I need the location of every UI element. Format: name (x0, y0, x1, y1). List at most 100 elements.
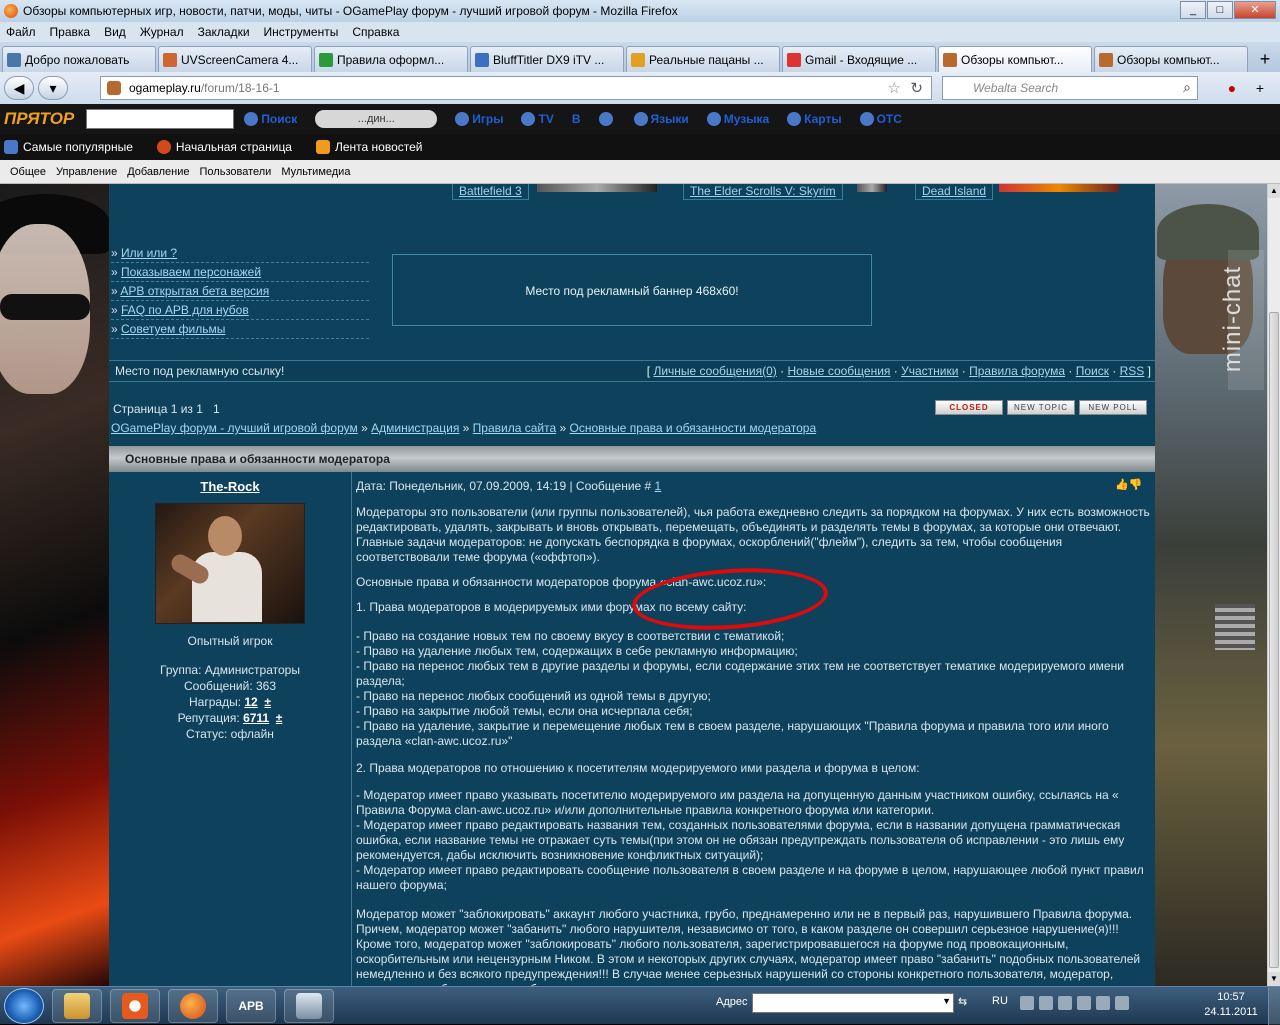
side-link[interactable]: APB открытая бета версия (120, 284, 269, 298)
bookmark-start-page[interactable]: Начальная страница (156, 140, 304, 154)
browser-tab[interactable]: UVScreenCamera 4... (158, 46, 312, 72)
history-dropdown-button[interactable]: ▾ (38, 76, 68, 100)
admin-menu-manage[interactable]: Управление (56, 166, 117, 178)
menu-history[interactable]: Журнал (140, 25, 184, 39)
search-box[interactable]: Webalta Search ⌕ (942, 76, 1198, 100)
post-number-link[interactable]: 1 (655, 479, 662, 493)
new-topic-button[interactable]: NEW TOPIC (1007, 400, 1075, 415)
new-tab-button[interactable]: + (1254, 48, 1276, 72)
side-link[interactable]: FAQ по APB для нубов (121, 303, 249, 317)
nav-forum-rules[interactable]: Правила форума (969, 364, 1065, 378)
author-awards[interactable]: 12 (244, 695, 257, 709)
toolbar-link-music[interactable]: Музыка (706, 112, 769, 126)
adblock-icon[interactable]: ● (1220, 76, 1244, 100)
new-poll-button[interactable]: NEW POLL (1079, 400, 1147, 415)
breadcrumb-topic[interactable]: Основные права и обязанности модератора (570, 421, 817, 435)
flag-icon[interactable] (1058, 996, 1072, 1010)
toolbar-link-mail[interactable] (598, 112, 616, 126)
side-link[interactable]: Или или ? (121, 246, 177, 260)
radio-player[interactable]: ...дин... (315, 110, 438, 128)
menu-help[interactable]: Справка (352, 25, 399, 39)
tray-icon[interactable] (1020, 996, 1034, 1010)
menu-edit[interactable]: Правка (50, 25, 91, 39)
admin-menu-add[interactable]: Добавление (127, 166, 189, 178)
menu-bookmarks[interactable]: Закладки (198, 25, 250, 39)
browser-tab[interactable]: Правила оформл... (314, 46, 468, 72)
taskbar-address-input[interactable]: ▼ (752, 993, 954, 1013)
toolbar-logo[interactable]: ПРЯТОР (4, 109, 74, 129)
scroll-thumb[interactable] (1269, 312, 1279, 968)
close-window-button[interactable]: ✕ (1234, 1, 1276, 19)
browser-tab[interactable]: Реальные пацаны ... (626, 46, 780, 72)
menu-file[interactable]: Файл (6, 25, 36, 39)
taskbar-firefox[interactable] (168, 988, 218, 1023)
admin-menu-general[interactable]: Общее (10, 166, 46, 178)
address-bar[interactable]: ogameplay.ru/forum/18-16-1 ☆ ↻ (100, 76, 932, 100)
network-icon[interactable] (1077, 996, 1091, 1010)
toolbar-link-games[interactable]: Игры (455, 112, 503, 126)
breadcrumb-rules[interactable]: Правила сайта (473, 421, 556, 435)
browser-tab[interactable]: Добро пожаловать (2, 46, 156, 72)
ad-banner-placeholder[interactable]: Место под рекламный баннер 468x60! (392, 254, 872, 326)
go-arrows-icon[interactable]: ⇆ (958, 995, 976, 1011)
taskbar-explorer[interactable] (52, 988, 102, 1023)
toolbar-search-combo[interactable] (86, 109, 235, 129)
change-rep-button[interactable]: ± (276, 711, 283, 725)
bookmark-news-feed[interactable]: Лента новостей (315, 140, 435, 154)
toolbar-search-button[interactable]: Поиск (244, 112, 297, 126)
post-rate-icons[interactable]: 👍👎 (1115, 478, 1143, 492)
author-nick[interactable]: The-Rock (109, 479, 351, 494)
reload-icon[interactable]: ↻ (910, 79, 923, 97)
browser-tab[interactable]: Gmail - Входящие ... (782, 46, 936, 72)
tray-icon[interactable] (1039, 996, 1053, 1010)
menu-tools[interactable]: Инструменты (264, 25, 339, 39)
nav-rss[interactable]: RSS (1120, 364, 1145, 378)
taskbar-apb[interactable]: APB (226, 988, 276, 1023)
start-button[interactable] (4, 987, 44, 1024)
toolbar-link-ots[interactable]: ОТС (859, 112, 902, 126)
volume-icon[interactable] (1096, 996, 1110, 1010)
chevron-down-icon[interactable]: ▼ (942, 996, 951, 1006)
menu-view[interactable]: Вид (104, 25, 126, 39)
side-link[interactable]: Показываем персонажей (121, 265, 261, 279)
tray-icon[interactable] (1115, 996, 1129, 1010)
mini-chat-tab[interactable]: mini-chat (1219, 250, 1264, 390)
minimize-button[interactable]: _ (1180, 1, 1206, 19)
admin-menu-users[interactable]: Пользователи (200, 166, 272, 178)
add-award-button[interactable]: ± (264, 695, 271, 709)
toolbar-link-tv[interactable]: TV (521, 112, 554, 126)
scroll-up-arrow[interactable]: ▲ (1268, 184, 1280, 198)
admin-menu-multimedia[interactable]: Мультимедиа (281, 166, 350, 178)
browser-tab[interactable]: Обзоры компьют... (938, 46, 1092, 72)
closed-button[interactable]: CLOSED (935, 400, 1003, 415)
maximize-button[interactable]: □ (1207, 1, 1233, 19)
nav-new-messages[interactable]: Новые сообщения (787, 364, 890, 378)
breadcrumb-forum[interactable]: OGamePlay форум - лучший игровой форум (111, 421, 358, 435)
toolbar-link-maps[interactable]: Карты (787, 112, 842, 126)
back-button[interactable]: ◀ (4, 76, 34, 100)
side-link[interactable]: Советуем фильмы (121, 322, 225, 336)
author-reputation[interactable]: 6711 (243, 711, 269, 725)
browser-tab[interactable]: BluffTitler DX9 iTV ... (470, 46, 624, 72)
toolbar-link-languages[interactable]: Языки (633, 112, 689, 126)
game-link-dead-island[interactable]: Dead Island (915, 184, 994, 200)
nav-search[interactable]: Поиск (1076, 364, 1109, 378)
show-desktop-button[interactable] (1268, 987, 1280, 1025)
game-link-bf3[interactable]: Battlefield 3 (452, 184, 529, 200)
bookmark-most-visited[interactable]: Самые популярные (4, 140, 145, 154)
browser-tab[interactable]: Обзоры компьют... (1094, 46, 1248, 72)
language-indicator[interactable]: RU (992, 995, 1008, 1007)
scroll-down-arrow[interactable]: ▼ (1268, 972, 1280, 986)
nav-members[interactable]: Участники (901, 364, 958, 378)
new-window-icon[interactable]: + (1248, 76, 1272, 100)
game-link-skyrim[interactable]: The Elder Scrolls V: Skyrim (683, 184, 843, 200)
taskbar-mail[interactable] (110, 988, 160, 1023)
taskbar-clock[interactable]: 10:57 24.11.2011 (1200, 990, 1262, 1020)
page-scrollbar[interactable]: ▲ ▼ (1267, 184, 1280, 986)
pager-page[interactable]: 1 (213, 402, 220, 416)
taskbar-screen[interactable] (284, 988, 334, 1023)
breadcrumb-admin[interactable]: Администрация (371, 421, 459, 435)
nav-private-messages[interactable]: Личные сообщения(0) (653, 364, 776, 378)
bookmark-star-icon[interactable]: ☆ (888, 79, 901, 97)
toolbar-link-vk[interactable]: B (572, 112, 581, 126)
